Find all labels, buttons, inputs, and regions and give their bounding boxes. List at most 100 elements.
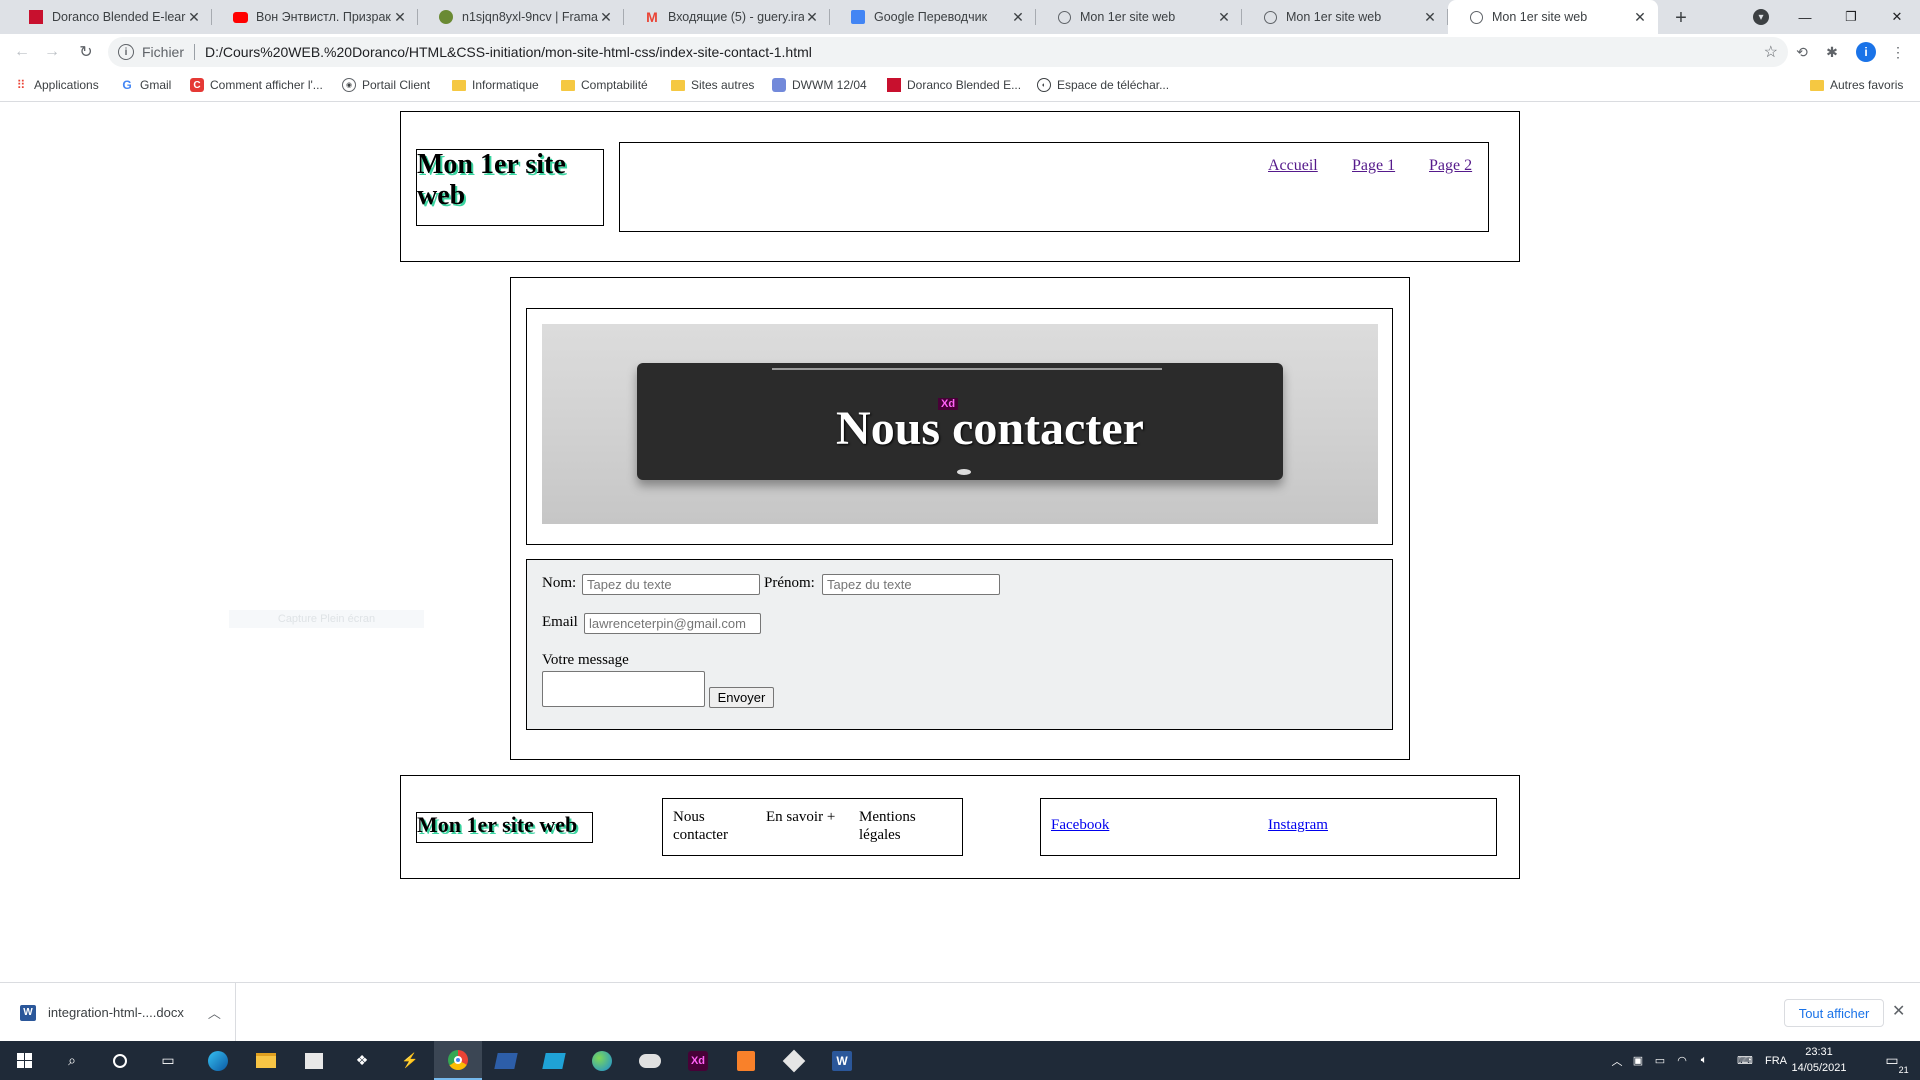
email-input[interactable]: lawrenceterpin@gmail.com: [584, 613, 761, 634]
message-textarea[interactable]: [542, 671, 705, 707]
git-icon[interactable]: [770, 1041, 818, 1080]
instagram-link[interactable]: Instagram: [1268, 817, 1328, 834]
nom-input[interactable]: Tapez du texte: [582, 574, 760, 595]
address-url[interactable]: D:/Cours%20WEB.%20Doranco/HTML&CSS-initi…: [205, 44, 812, 60]
vscode-like-icon[interactable]: ⚡: [386, 1041, 434, 1080]
minimize-button[interactable]: —: [1782, 0, 1828, 34]
bookmark-star-icon[interactable]: ☆: [1764, 42, 1778, 62]
nav-link-accueil[interactable]: Accueil: [1268, 157, 1318, 175]
tab-title: Вон Энтвистл. Призрак за: [256, 10, 392, 24]
file-explorer-icon[interactable]: [242, 1041, 290, 1080]
bookmark-label: Comptabilité: [581, 78, 648, 92]
profile-avatar[interactable]: i: [1856, 42, 1876, 62]
tab-title: Входящие (5) - guery.ira@: [668, 10, 804, 24]
cloud-app-icon[interactable]: [626, 1041, 674, 1080]
browser-tab[interactable]: Mon 1er site web ✕: [1036, 0, 1242, 34]
submit-button[interactable]: Envoyer: [709, 687, 774, 708]
bookmark-item[interactable]: Informatique: [452, 78, 539, 92]
bookmark-label: Informatique: [472, 78, 539, 92]
extensions-icon[interactable]: ✱: [1822, 42, 1842, 62]
close-shelf-icon[interactable]: ✕: [1892, 1001, 1905, 1021]
sync-icon[interactable]: ⟲: [1792, 42, 1812, 62]
close-tab-icon[interactable]: ✕: [186, 9, 202, 25]
footer-item-contact[interactable]: Nous contacter: [673, 808, 743, 844]
folder-icon: [561, 78, 575, 92]
bookmark-item[interactable]: G Gmail: [120, 78, 171, 92]
apps-grid-icon: ⠿: [16, 78, 26, 92]
close-tab-icon[interactable]: ✕: [1010, 9, 1026, 25]
notifications-icon[interactable]: ▭ 21: [1872, 1041, 1912, 1080]
back-button[interactable]: ←: [8, 38, 36, 66]
dropbox-icon[interactable]: ❖: [338, 1041, 386, 1080]
new-tab-button[interactable]: +: [1668, 5, 1694, 31]
wifi-icon[interactable]: ◠: [1672, 1041, 1692, 1080]
cortana-icon[interactable]: [96, 1041, 144, 1080]
volume-icon[interactable]: 🔈︎: [1694, 1041, 1714, 1080]
browser-tab[interactable]: Вон Энтвистл. Призрак за ✕: [212, 0, 418, 34]
footer-item-legal[interactable]: Mentions légales: [859, 808, 939, 844]
close-tab-icon[interactable]: ✕: [804, 9, 820, 25]
download-item[interactable]: W integration-html-....docx ︿: [0, 983, 236, 1042]
browser-tab[interactable]: Doranco Blended E-learnin ✕: [8, 0, 212, 34]
globe-app-icon[interactable]: [578, 1041, 626, 1080]
bookmark-item[interactable]: ⠿ Applications: [14, 78, 99, 92]
close-tab-icon[interactable]: ✕: [1632, 9, 1648, 25]
footer-logo[interactable]: Mon 1er site web: [416, 812, 593, 843]
nav-link-page2[interactable]: Page 2: [1429, 157, 1472, 175]
store-icon[interactable]: [290, 1041, 338, 1080]
bookmark-item[interactable]: C Comment afficher l'...: [190, 78, 323, 92]
browser-toolbar: ← → ↻ i Fichier D:/Cours%20WEB.%20Doranc…: [0, 34, 1920, 70]
task-view-icon[interactable]: ▭: [144, 1041, 192, 1080]
system-clock[interactable]: 23:31 14/05/2021: [1786, 1044, 1852, 1076]
menu-icon[interactable]: ⋮: [1888, 42, 1908, 62]
contact-form: Nom: Tapez du texte Prénom: Tapez du tex…: [526, 559, 1393, 730]
bookmark-label: Gmail: [140, 78, 172, 92]
terminal-icon[interactable]: [530, 1041, 578, 1080]
browser-tab[interactable]: M Входящие (5) - guery.ira@ ✕: [624, 0, 830, 34]
footer-item-about[interactable]: En savoir +: [766, 808, 852, 826]
browser-tab[interactable]: n1sjqn8yxl-9ncv | Framapa ✕: [418, 0, 624, 34]
keyboard-icon[interactable]: ⌨︎: [1732, 1041, 1758, 1080]
browser-tab[interactable]: Google Переводчик ✕: [830, 0, 1036, 34]
browser-tab-active[interactable]: Mon 1er site web ✕: [1448, 0, 1658, 34]
chrome-icon[interactable]: [434, 1041, 482, 1080]
forward-button[interactable]: →: [38, 38, 66, 66]
adobe-xd-icon[interactable]: Xd: [674, 1041, 722, 1080]
close-tab-icon[interactable]: ✕: [1422, 9, 1438, 25]
powershell-icon[interactable]: [482, 1041, 530, 1080]
word-icon[interactable]: W: [818, 1041, 866, 1080]
info-icon[interactable]: i: [118, 44, 134, 60]
bookmark-item[interactable]: Doranco Blended E...: [887, 78, 1021, 92]
chevron-up-icon[interactable]: ︿: [208, 1003, 221, 1022]
bookmark-label: Sites autres: [691, 78, 755, 92]
site-logo[interactable]: Mon 1er site web: [416, 149, 604, 226]
battery-icon[interactable]: ▭: [1650, 1041, 1670, 1080]
reload-button[interactable]: ↻: [72, 38, 100, 66]
bookmark-item[interactable]: ◐ Espace de téléchar...: [1037, 78, 1169, 92]
nav-link-page1[interactable]: Page 1: [1352, 157, 1395, 175]
close-tab-icon[interactable]: ✕: [1216, 9, 1232, 25]
bookmark-item[interactable]: Sites autres: [671, 78, 754, 92]
windows-start-icon[interactable]: [0, 1041, 48, 1080]
restore-button[interactable]: ❐: [1828, 0, 1874, 34]
close-window-button[interactable]: ✕: [1874, 0, 1920, 34]
other-bookmarks[interactable]: Autres favoris: [1810, 78, 1903, 92]
sublime-icon[interactable]: [722, 1041, 770, 1080]
show-all-downloads-button[interactable]: Tout afficher: [1784, 999, 1884, 1027]
tray-chevron-icon[interactable]: ︿: [1608, 1041, 1626, 1080]
close-tab-icon[interactable]: ✕: [392, 9, 408, 25]
edge-icon[interactable]: [194, 1041, 242, 1080]
bookmark-item[interactable]: Comptabilité: [561, 78, 648, 92]
browser-tab[interactable]: Mon 1er site web ✕: [1242, 0, 1448, 34]
search-icon[interactable]: ⌕: [48, 1041, 96, 1080]
bookmarks-bar: ⠿ Applications G Gmail C Comment affiche…: [0, 70, 1920, 102]
prenom-input[interactable]: Tapez du texte: [822, 574, 1000, 595]
tray-device-icon[interactable]: ▣: [1628, 1041, 1648, 1080]
facebook-link[interactable]: Facebook: [1051, 817, 1109, 834]
bookmark-item[interactable]: DWWM 12/04: [772, 78, 867, 92]
tab-search-button[interactable]: ▾: [1738, 0, 1784, 34]
google-icon: G: [122, 78, 132, 92]
close-tab-icon[interactable]: ✕: [598, 9, 614, 25]
address-bar[interactable]: i Fichier D:/Cours%20WEB.%20Doranco/HTML…: [108, 37, 1788, 67]
bookmark-item[interactable]: ◉ Portail Client: [342, 78, 430, 92]
